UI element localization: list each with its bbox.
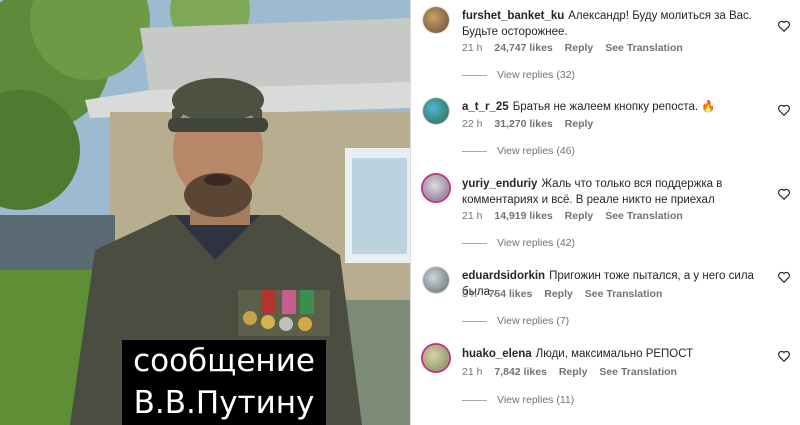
replies-line [462,150,487,152]
comment-item: huako_elena Люди, максимально РЕПОСТ 21 h… [411,340,800,418]
reply-button[interactable]: Reply [565,42,594,54]
view-replies-button[interactable]: View replies (42) [462,237,575,249]
comment-item: eduardsidorkin Пригожин тоже пытался, а у… [411,262,800,340]
view-replies-label: View replies (7) [497,315,570,327]
view-replies-button[interactable]: View replies (7) [462,315,569,327]
comment-meta: 21 h 7,842 likes Reply See Translation [462,366,686,378]
like-heart-icon[interactable] [777,19,791,33]
comment-body: huako_elena Люди, максимально РЕПОСТ [462,346,772,362]
view-replies-button[interactable]: View replies (32) [462,69,575,81]
see-translation-button[interactable]: See Translation [585,288,663,300]
like-heart-icon[interactable] [777,270,791,284]
avatar[interactable] [423,175,449,201]
comment-text: Люди, максимально РЕПОСТ [535,348,694,360]
replies-line [462,399,487,401]
comment-meta: 21 h 14,919 likes Reply See Translation [462,210,692,222]
avatar[interactable] [423,98,449,124]
comment-body: furshet_banket_ku Александр! Буду молитьс… [462,8,772,40]
comments-panel[interactable]: furshet_banket_ku Александр! Буду молитьс… [411,0,800,425]
replies-line [462,320,487,322]
replies-line [462,242,487,244]
comment-body: yuriy_enduriy Жаль что только вся поддерж… [462,176,772,208]
avatar[interactable] [423,345,449,371]
view-replies-button[interactable]: View replies (11) [462,394,574,406]
comment-username[interactable]: a_t_r_25 [462,101,509,113]
comment-time[interactable]: 21 h [462,366,482,378]
comment-body: a_t_r_25 Братья не жалеем кнопку репоста.… [462,99,772,115]
video-frame[interactable]: сообщение В.В.Путину [0,0,410,425]
like-heart-icon[interactable] [777,187,791,201]
reply-button[interactable]: Reply [565,118,594,130]
view-replies-label: View replies (46) [497,145,576,157]
comment-item: a_t_r_25 Братья не жалеем кнопку репоста.… [411,93,800,171]
view-replies-label: View replies (11) [497,394,575,406]
see-translation-button[interactable]: See Translation [599,366,677,378]
avatar[interactable] [423,267,449,293]
comment-time[interactable]: 22 h [462,118,482,130]
comment-time[interactable]: 21 h [462,210,482,222]
comment-likes[interactable]: 754 likes [489,288,533,300]
comment-meta: 21 h 24,747 likes Reply See Translation [462,42,692,54]
view-replies-label: View replies (32) [497,69,576,81]
comment-likes[interactable]: 14,919 likes [494,210,552,222]
comment-time[interactable]: 21 h [462,42,482,54]
avatar[interactable] [423,7,449,33]
view-replies-button[interactable]: View replies (46) [462,145,575,157]
comment-meta: 3 h 754 likes Reply See Translation [462,288,671,300]
comment-likes[interactable]: 24,747 likes [494,42,552,54]
view-replies-label: View replies (42) [497,237,576,249]
comment-time[interactable]: 3 h [462,288,477,300]
comment-username[interactable]: huako_elena [462,348,532,360]
see-translation-button[interactable]: See Translation [605,42,683,54]
comment-username[interactable]: eduardsidorkin [462,270,545,282]
reply-button[interactable]: Reply [544,288,573,300]
comment-likes[interactable]: 31,270 likes [494,118,552,130]
reply-button[interactable]: Reply [565,210,594,222]
like-heart-icon[interactable] [777,349,791,363]
like-heart-icon[interactable] [777,103,791,117]
comment-meta: 22 h 31,270 likes Reply [462,118,602,130]
comment-username[interactable]: yuriy_enduriy [462,178,537,190]
replies-line [462,74,487,76]
video-caption-line-2: В.В.Путину [122,382,326,425]
comment-username[interactable]: furshet_banket_ku [462,10,564,22]
comment-item: yuriy_enduriy Жаль что только вся поддерж… [411,170,800,249]
comment-item: furshet_banket_ku Александр! Буду молитьс… [411,2,800,81]
video-caption-line-1: сообщение [122,340,326,382]
comment-text: Братья не жалеем кнопку репоста. 🔥 [512,101,716,113]
comment-likes[interactable]: 7,842 likes [494,366,547,378]
see-translation-button[interactable]: See Translation [605,210,683,222]
reply-button[interactable]: Reply [559,366,588,378]
